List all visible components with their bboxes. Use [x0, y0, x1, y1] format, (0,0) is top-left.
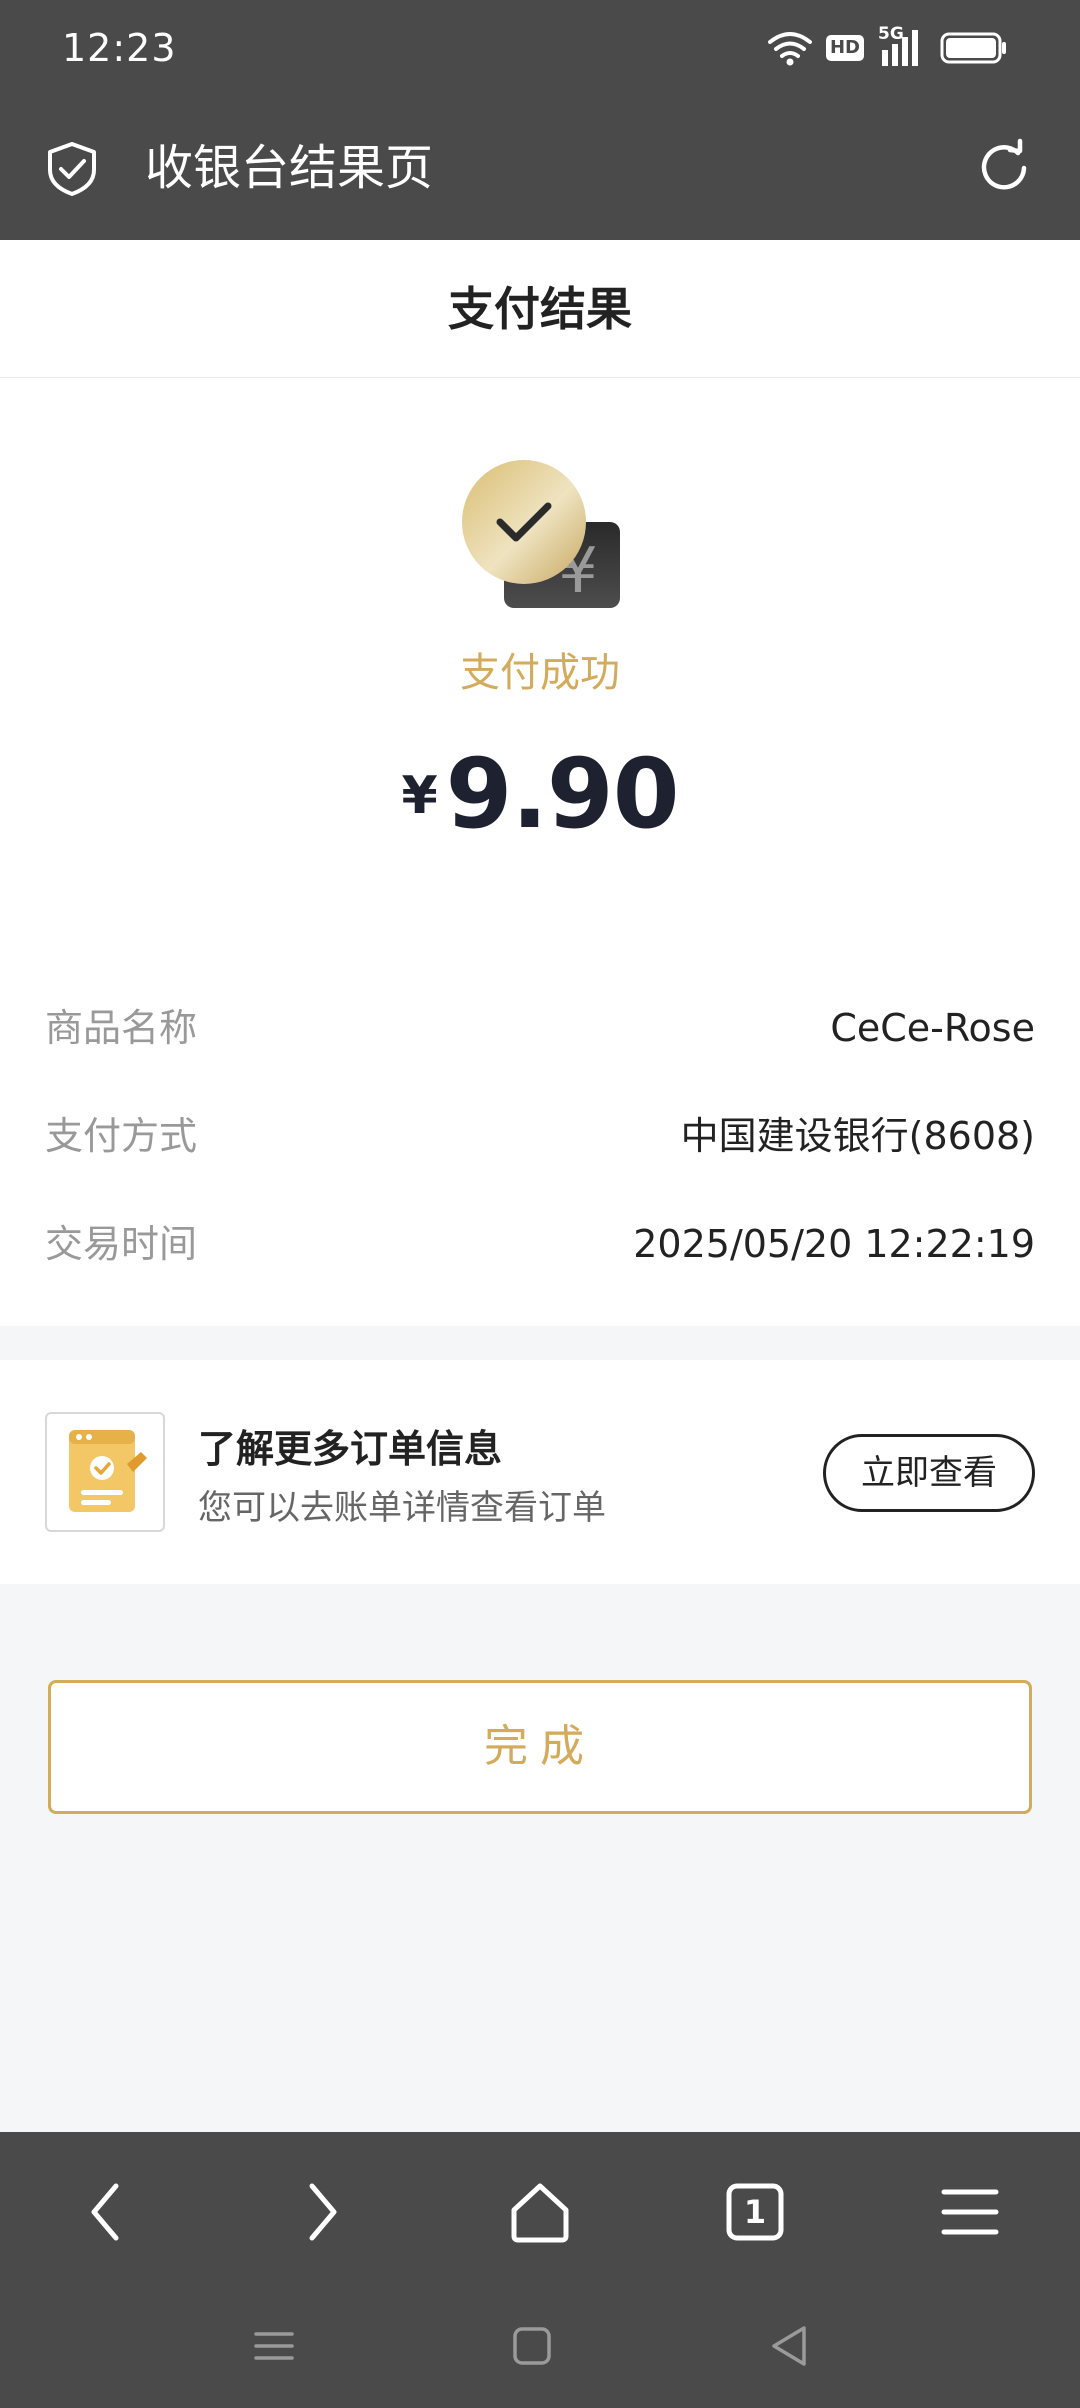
wifi-icon [767, 32, 812, 66]
detail-label: 支付方式 [45, 1114, 198, 1158]
hd-badge: HD [825, 35, 864, 61]
payment-status-text: 支付成功 [460, 650, 620, 696]
back-triangle-icon[interactable] [760, 2316, 820, 2376]
status-icons: HD 5G [767, 24, 1008, 70]
back-icon[interactable] [66, 2172, 146, 2252]
detail-value: 2025/05/20 12:22:19 [633, 1222, 1035, 1266]
detail-row-product: 商品名称 CeCe-Rose [45, 998, 1035, 1058]
browser-bottom-bar: 1 [0, 2132, 1080, 2408]
order-document-icon [45, 1412, 165, 1532]
amount-value: 9.90 [445, 738, 680, 850]
detail-label: 交易时间 [45, 1222, 198, 1266]
detail-value: 中国建设银行(8608) [680, 1114, 1035, 1158]
status-bar: 12:23 HD 5G [0, 0, 1080, 98]
home-square-icon[interactable] [502, 2316, 562, 2376]
payment-result-card: ¥ 支付成功 ¥9.90 商品名称 CeCe-Rose 支付方式 中国建设银行(… [0, 378, 1080, 1326]
page-title: 支付结果 [448, 282, 632, 336]
status-time: 12:23 [62, 26, 177, 70]
detail-row-payment-method: 支付方式 中国建设银行(8608) [45, 1106, 1035, 1166]
detail-value: CeCe-Rose [830, 1006, 1035, 1050]
tab-count: 1 [743, 2193, 767, 2231]
order-info-card: 了解更多订单信息 您可以去账单详情查看订单 立即查看 [0, 1360, 1080, 1584]
forward-icon[interactable] [282, 2172, 362, 2252]
done-button[interactable]: 完成 [48, 1680, 1032, 1814]
currency-symbol: ¥ [401, 766, 438, 826]
signal-icon: 5G [878, 24, 926, 68]
recents-icon[interactable] [244, 2316, 304, 2376]
shield-check-icon[interactable] [42, 138, 102, 198]
order-info-title: 了解更多订单信息 [198, 1427, 503, 1471]
home-icon[interactable] [500, 2172, 580, 2252]
app-bar: 收银台结果页 [0, 98, 1080, 240]
page-header: 支付结果 [0, 240, 1080, 378]
payment-amount: ¥9.90 [0, 738, 1080, 850]
tabs-button[interactable]: 1 [715, 2172, 795, 2252]
app-title: 收银台结果页 [145, 140, 434, 196]
view-now-button[interactable]: 立即查看 [823, 1434, 1035, 1512]
detail-label: 商品名称 [45, 1006, 198, 1050]
detail-row-transaction-time: 交易时间 2025/05/20 12:22:19 [45, 1214, 1035, 1274]
payment-success-icon: ¥ [462, 460, 620, 608]
battery-icon [940, 32, 1006, 64]
refresh-icon[interactable] [976, 138, 1036, 198]
menu-icon[interactable] [930, 2172, 1010, 2252]
order-info-subtitle: 您可以去账单详情查看订单 [198, 1488, 606, 1528]
